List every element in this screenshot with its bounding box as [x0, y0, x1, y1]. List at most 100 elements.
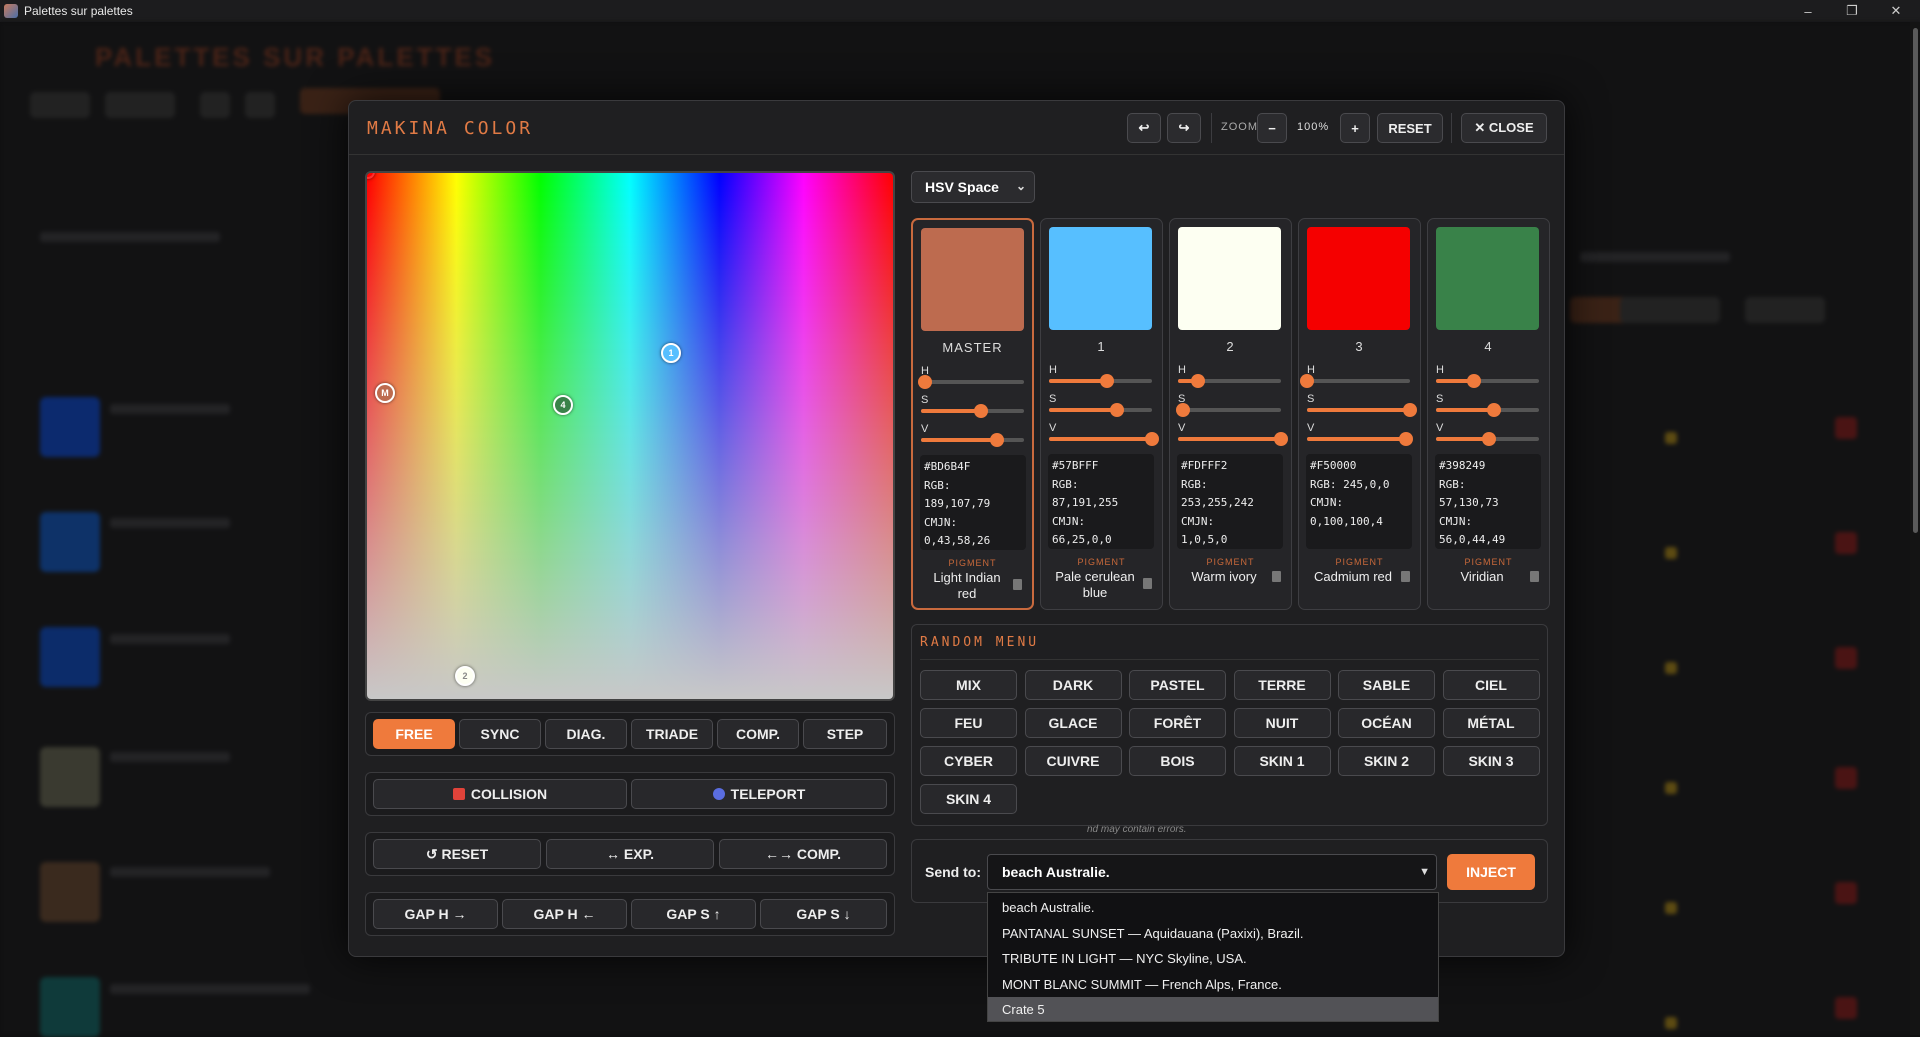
mode-free-button[interactable]: FREE	[373, 719, 455, 749]
compress-button[interactable]: ←→ COMP.	[719, 839, 887, 869]
v-slider[interactable]	[921, 433, 1024, 447]
minimize-button[interactable]: –	[1786, 0, 1830, 22]
swatch-card-1[interactable]: 1 H S V #57BFFF RGB: 87,191,255 CMJN: 66,25,0,0 P…	[1040, 218, 1163, 610]
collision-button[interactable]: COLLISION	[373, 779, 627, 809]
swatch-card-2[interactable]: 2 H S V #FDFFF2 RGB: 253,255,242 CMJN: 1,0,5,0 PI…	[1169, 218, 1292, 610]
redo-button[interactable]: ↪	[1167, 113, 1201, 143]
random-sable-button[interactable]: SABLE	[1338, 670, 1435, 700]
mode-triade-button[interactable]: TRIADE	[631, 719, 713, 749]
s-slider-handle[interactable]	[1176, 403, 1191, 417]
random-océan-button[interactable]: OCÉAN	[1338, 708, 1435, 738]
random-skin-2-button[interactable]: SKIN 2	[1338, 746, 1435, 776]
v-slider[interactable]	[1178, 432, 1288, 446]
dropdown-option[interactable]: beach Australie.	[988, 895, 1438, 919]
zoom-in-button[interactable]: +	[1340, 113, 1370, 143]
s-slider[interactable]	[1307, 403, 1417, 417]
mode-diag-button[interactable]: DIAG.	[545, 719, 627, 749]
field-corner-handle[interactable]	[367, 173, 375, 179]
h-slider[interactable]	[1178, 374, 1281, 388]
color-space-select[interactable]: HSV Space ⌄	[911, 171, 1035, 203]
expand-button[interactable]: ↔ EXP.	[546, 839, 714, 869]
s-slider[interactable]	[921, 404, 1024, 418]
maximize-button[interactable]: ❐	[1830, 0, 1874, 22]
v-slider-handle[interactable]	[1481, 432, 1496, 446]
h-slider-handle[interactable]	[918, 375, 933, 389]
color-1-marker[interactable]: 1	[661, 343, 681, 363]
reset-zoom-button[interactable]: RESET	[1377, 113, 1443, 143]
random-skin-4-button[interactable]: SKIN 4	[920, 784, 1017, 814]
h-slider[interactable]	[1049, 374, 1152, 388]
gap-s-up-button[interactable]: GAP S ↑	[631, 899, 756, 929]
swatch-card-3[interactable]: 3 H S V #F50000 RGB: 245,0,0 CMJN: 0,100,100,4 P…	[1298, 218, 1421, 610]
random-terre-button[interactable]: TERRE	[1233, 670, 1331, 700]
dropdown-option[interactable]: PANTANAL SUNSET — Aquidauana (Paxixi), B…	[988, 921, 1438, 945]
random-skin-3-button[interactable]: SKIN 3	[1442, 746, 1540, 776]
random-pastel-button[interactable]: PASTEL	[1129, 670, 1226, 700]
swatch-preview[interactable]	[1436, 227, 1539, 330]
s-slider[interactable]	[1049, 403, 1152, 417]
swatch-preview[interactable]	[921, 228, 1024, 331]
s-slider[interactable]	[1436, 403, 1539, 417]
pigment-lock-icon[interactable]	[1143, 578, 1152, 589]
s-slider[interactable]	[1176, 403, 1281, 417]
h-slider-handle[interactable]	[1300, 374, 1314, 388]
random-cuivre-button[interactable]: CUIVRE	[1024, 746, 1122, 776]
v-slider-handle[interactable]	[990, 433, 1005, 447]
swatch-preview[interactable]	[1178, 227, 1281, 330]
v-slider-handle[interactable]	[1274, 432, 1288, 446]
h-slider[interactable]	[1300, 374, 1410, 388]
hsv-color-field[interactable]: M 1 4 2	[365, 171, 895, 701]
random-ciel-button[interactable]: CIEL	[1442, 670, 1540, 700]
pigment-lock-icon[interactable]	[1530, 571, 1539, 582]
random-mix-button[interactable]: MIX	[920, 670, 1017, 700]
reset-markers-button[interactable]: ↺ RESET	[373, 839, 541, 869]
random-feu-button[interactable]: FEU	[920, 708, 1017, 738]
window-close-button[interactable]: ✕	[1874, 0, 1918, 22]
undo-button[interactable]: ↩	[1127, 113, 1161, 143]
s-slider-handle[interactable]	[1486, 403, 1501, 417]
s-slider-handle[interactable]	[973, 404, 988, 418]
dropdown-option[interactable]: TRIBUTE IN LIGHT — NYC Skyline, USA.	[988, 946, 1438, 970]
s-slider-handle[interactable]	[1109, 403, 1124, 417]
v-slider-handle[interactable]	[1145, 432, 1159, 446]
gap-h-right-button[interactable]: GAP H →	[373, 899, 498, 929]
zoom-out-button[interactable]: −	[1257, 113, 1287, 143]
page-scrollbar[interactable]	[1910, 22, 1920, 1035]
random-nuit-button[interactable]: NUIT	[1233, 708, 1331, 738]
send-to-select[interactable]: beach Australie. ▼	[987, 854, 1437, 890]
h-slider-handle[interactable]	[1099, 374, 1114, 388]
close-modal-button[interactable]: ✕ CLOSE	[1461, 113, 1547, 143]
h-slider-handle[interactable]	[1467, 374, 1482, 388]
swatch-card-master[interactable]: MASTER H S V #BD6B4F RGB: 189,107,79 CMJN: 0,43,…	[911, 218, 1034, 610]
random-métal-button[interactable]: MÉTAL	[1442, 708, 1540, 738]
gap-h-left-button[interactable]: GAP H ←	[502, 899, 627, 929]
teleport-button[interactable]: TELEPORT	[631, 779, 887, 809]
random-bois-button[interactable]: BOIS	[1129, 746, 1226, 776]
random-forêt-button[interactable]: FORÊT	[1129, 708, 1226, 738]
s-slider-handle[interactable]	[1403, 403, 1417, 417]
random-glace-button[interactable]: GLACE	[1024, 708, 1122, 738]
random-dark-button[interactable]: DARK	[1024, 670, 1122, 700]
color-4-marker[interactable]: 4	[553, 395, 573, 415]
v-slider[interactable]	[1049, 432, 1159, 446]
pigment-lock-icon[interactable]	[1013, 579, 1022, 590]
swatch-preview[interactable]	[1049, 227, 1152, 330]
mode-step-button[interactable]: STEP	[803, 719, 887, 749]
color-2-marker[interactable]: 2	[455, 666, 475, 686]
scrollbar-thumb[interactable]	[1913, 28, 1918, 533]
swatch-card-4[interactable]: 4 H S V #398249 RGB: 57,130,73 CMJN: 56,0,44,49 P…	[1427, 218, 1550, 610]
swatch-preview[interactable]	[1307, 227, 1410, 330]
h-slider[interactable]	[918, 375, 1024, 389]
mode-comp-button[interactable]: COMP.	[717, 719, 799, 749]
gap-s-down-button[interactable]: GAP S ↓	[760, 899, 887, 929]
dropdown-option-highlighted[interactable]: Crate 5	[988, 997, 1438, 1021]
master-marker[interactable]: M	[375, 383, 395, 403]
v-slider-handle[interactable]	[1398, 432, 1413, 446]
v-slider[interactable]	[1307, 432, 1413, 446]
h-slider-handle[interactable]	[1190, 374, 1205, 388]
dropdown-option[interactable]: MONT BLANC SUMMIT — French Alps, France.	[988, 972, 1438, 996]
random-cyber-button[interactable]: CYBER	[920, 746, 1017, 776]
random-skin-1-button[interactable]: SKIN 1	[1233, 746, 1331, 776]
h-slider[interactable]	[1436, 374, 1539, 388]
pigment-lock-icon[interactable]	[1401, 571, 1410, 582]
